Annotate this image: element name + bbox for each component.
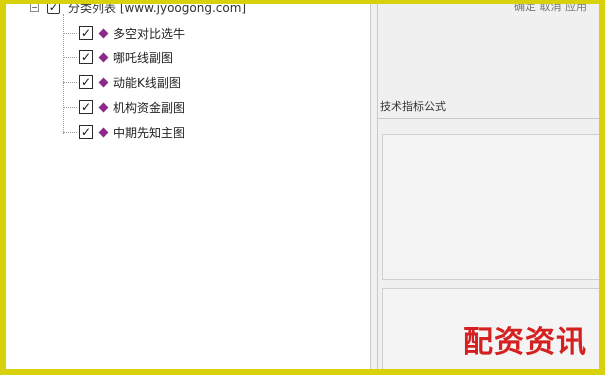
item-checkbox[interactable]: ✓ xyxy=(79,75,93,89)
detail-top-panel: 确定 取消 应用 xyxy=(378,4,599,92)
indicator-diamond-icon xyxy=(98,127,109,137)
pane-splitter[interactable] xyxy=(370,4,378,369)
section-divider xyxy=(378,118,599,119)
collapse-icon[interactable]: − xyxy=(30,4,39,12)
formula-section-label: 技术指标公式 xyxy=(380,100,446,113)
indicator-diamond-icon xyxy=(98,52,109,62)
tree-item-label: 哪吒线副图 xyxy=(113,50,174,65)
root-checkbox[interactable]: ✓ xyxy=(47,4,60,14)
tree-item-3[interactable]: ✓ 动能K线副图 xyxy=(63,73,181,91)
item-checkbox[interactable]: ✓ xyxy=(79,50,93,64)
tree-item-label: 动能K线副图 xyxy=(113,75,181,90)
tree-item-5[interactable]: ✓ 中期先知主图 xyxy=(63,123,185,141)
window-frame: − ✓ 分类列表 [www.jyoogong.com] ✓ 多空对比选牛 ✓ 哪… xyxy=(0,0,605,375)
tree-item-label: 机构资金副图 xyxy=(113,100,186,115)
watermark-logo: 配资资讯 xyxy=(463,325,587,360)
tree-connector xyxy=(63,106,77,108)
top-toolbar-text: 确定 取消 应用 xyxy=(514,0,587,13)
indicator-diamond-icon xyxy=(98,77,109,87)
formula-detail-pane: 确定 取消 应用 技术指标公式 xyxy=(378,4,599,369)
tree-connector xyxy=(63,131,77,133)
item-checkbox[interactable]: ✓ xyxy=(79,125,93,139)
tree-item-label: 中期先知主图 xyxy=(113,125,186,140)
indicator-tree-pane: − ✓ 分类列表 [www.jyoogong.com] ✓ 多空对比选牛 ✓ 哪… xyxy=(6,4,370,369)
tree-connector xyxy=(63,56,77,58)
indicator-diamond-icon xyxy=(98,102,109,112)
indicator-diamond-icon xyxy=(98,28,109,38)
formula-text-area[interactable] xyxy=(382,134,599,280)
item-checkbox[interactable]: ✓ xyxy=(79,26,93,40)
tree-root-row[interactable]: − ✓ 分类列表 [www.jyoogong.com] xyxy=(30,0,247,15)
tree-connector xyxy=(63,32,77,34)
tree-item-2[interactable]: ✓ 哪吒线副图 xyxy=(63,48,173,66)
tree-root-label: 分类列表 [www.jyoogong.com] xyxy=(68,0,247,15)
tree-item-1[interactable]: ✓ 多空对比选牛 xyxy=(63,24,185,42)
tree-connector xyxy=(63,81,77,83)
tree-item-label: 多空对比选牛 xyxy=(113,26,186,41)
tree-item-4[interactable]: ✓ 机构资金副图 xyxy=(63,98,185,116)
item-checkbox[interactable]: ✓ xyxy=(79,100,93,114)
